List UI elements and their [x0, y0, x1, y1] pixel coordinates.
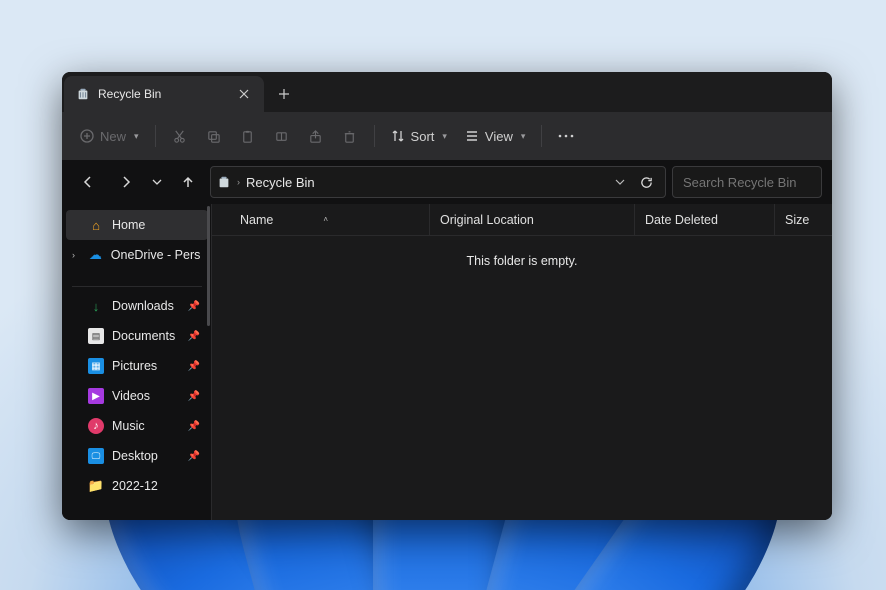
toolbar-separator	[541, 125, 542, 147]
sort-button[interactable]: Sort ▾	[383, 120, 455, 152]
sidebar: ⌂ Home › ☁ OneDrive - Perso ↓ Downloads …	[62, 204, 212, 520]
sidebar-item-folder[interactable]: 📁 2022-12	[66, 471, 208, 501]
pin-icon: 📌	[188, 421, 200, 432]
sidebar-item-label: Downloads	[112, 299, 174, 313]
pin-icon: 📌	[188, 391, 200, 402]
folder-icon: 📁	[88, 478, 104, 494]
sidebar-item-desktop[interactable]: 🖵 Desktop 📌	[66, 441, 208, 471]
address-location: Recycle Bin	[246, 175, 315, 190]
sidebar-item-pictures[interactable]: ▦ Pictures 📌	[66, 351, 208, 381]
download-icon: ↓	[88, 298, 104, 314]
address-dropdown-button[interactable]	[609, 166, 631, 198]
recent-button[interactable]	[148, 166, 166, 198]
document-icon: ▤	[88, 328, 104, 344]
sidebar-item-label: Home	[112, 218, 145, 232]
toolbar: New ▾ Sort ▾ View ▾	[62, 112, 832, 160]
sidebar-scrollbar[interactable]	[207, 206, 210, 326]
desktop-icon: 🖵	[88, 448, 104, 464]
search-input[interactable]	[672, 166, 822, 198]
share-button[interactable]	[300, 120, 332, 152]
sort-ascending-icon: ˄	[323, 215, 328, 224]
sort-label: Sort	[411, 129, 435, 144]
file-explorer-window: Recycle Bin New ▾ Sort ▾ View	[62, 72, 832, 520]
pin-icon: 📌	[188, 451, 200, 462]
sidebar-item-downloads[interactable]: ↓ Downloads 📌	[66, 291, 208, 321]
sidebar-item-documents[interactable]: ▤ Documents 📌	[66, 321, 208, 351]
refresh-button[interactable]	[633, 166, 659, 198]
view-button[interactable]: View ▾	[457, 120, 533, 152]
pictures-icon: ▦	[88, 358, 104, 374]
sidebar-item-onedrive[interactable]: › ☁ OneDrive - Perso	[66, 240, 208, 270]
sidebar-item-music[interactable]: ♪ Music 📌	[66, 411, 208, 441]
chevron-right-icon: ›	[237, 177, 240, 187]
column-header-date-deleted[interactable]: Date Deleted	[635, 204, 775, 235]
chevron-right-icon: ›	[72, 250, 75, 260]
titlebar: Recycle Bin	[62, 72, 832, 112]
column-header-name[interactable]: Name ˄	[230, 204, 430, 235]
back-button[interactable]	[72, 166, 104, 198]
more-button[interactable]	[550, 120, 582, 152]
sidebar-item-videos[interactable]: ▶ Videos 📌	[66, 381, 208, 411]
empty-folder-message: This folder is empty.	[212, 236, 832, 268]
chevron-down-icon: ▾	[521, 131, 526, 142]
paste-button[interactable]	[232, 120, 264, 152]
sidebar-item-label: OneDrive - Perso	[111, 248, 200, 262]
delete-button[interactable]	[334, 120, 366, 152]
tab-title: Recycle Bin	[98, 87, 161, 101]
view-label: View	[485, 129, 513, 144]
sidebar-item-label: Videos	[112, 389, 150, 403]
chevron-down-icon: ▾	[134, 131, 139, 142]
sidebar-item-label: Desktop	[112, 449, 158, 463]
recycle-bin-icon	[76, 87, 90, 101]
sidebar-item-label: Music	[112, 419, 145, 433]
nav-row: › Recycle Bin	[62, 160, 832, 204]
address-bar[interactable]: › Recycle Bin	[210, 166, 666, 198]
toolbar-separator	[155, 125, 156, 147]
content-pane: Name ˄ Original Location Date Deleted Si…	[212, 204, 832, 520]
sidebar-item-label: Pictures	[112, 359, 157, 373]
column-header-size[interactable]: Size	[775, 204, 832, 235]
home-icon: ⌂	[88, 217, 104, 233]
cut-button[interactable]	[164, 120, 196, 152]
pin-icon: 📌	[188, 331, 200, 342]
forward-button[interactable]	[110, 166, 142, 198]
cloud-icon: ☁	[88, 247, 103, 263]
new-button[interactable]: New ▾	[72, 120, 147, 152]
sidebar-item-label: Documents	[112, 329, 175, 343]
pin-icon: 📌	[188, 361, 200, 372]
up-button[interactable]	[172, 166, 204, 198]
tab-recycle-bin[interactable]: Recycle Bin	[64, 76, 264, 112]
sidebar-divider	[72, 286, 202, 287]
pin-icon: 📌	[188, 301, 200, 312]
chevron-down-icon: ▾	[442, 131, 447, 142]
new-tab-button[interactable]	[264, 76, 304, 112]
sidebar-item-label: 2022-12	[112, 479, 158, 493]
music-icon: ♪	[88, 418, 104, 434]
column-header-original-location[interactable]: Original Location	[430, 204, 635, 235]
toolbar-separator	[374, 125, 375, 147]
column-headers: Name ˄ Original Location Date Deleted Si…	[212, 204, 832, 236]
new-label: New	[100, 129, 126, 144]
recycle-bin-icon	[217, 175, 231, 189]
videos-icon: ▶	[88, 388, 104, 404]
copy-button[interactable]	[198, 120, 230, 152]
rename-button[interactable]	[266, 120, 298, 152]
sidebar-item-home[interactable]: ⌂ Home	[66, 210, 208, 240]
tab-close-button[interactable]	[232, 82, 256, 106]
